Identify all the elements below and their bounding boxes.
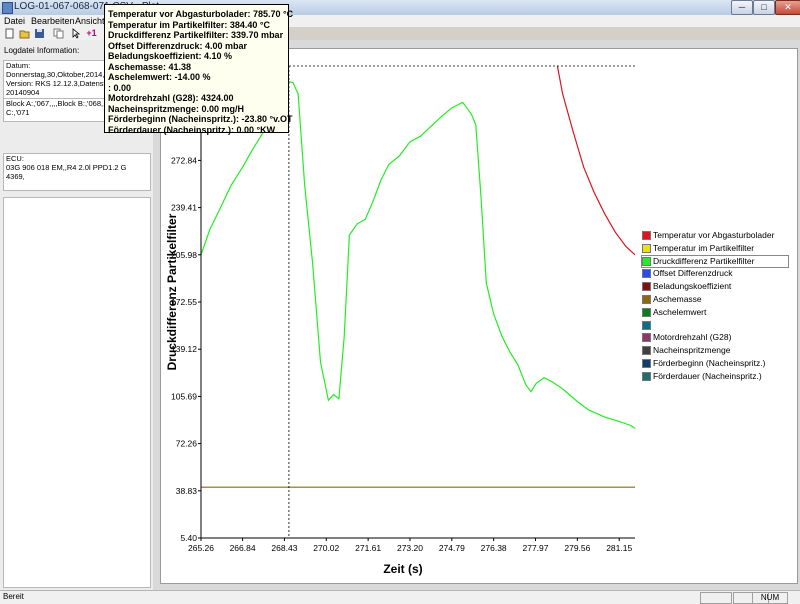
x-axis-label: Zeit (s) xyxy=(383,562,422,576)
num-lock-indicator: NUM xyxy=(752,592,788,604)
add-marker-button[interactable]: +1 xyxy=(86,28,97,39)
x-tick-label: 276.38 xyxy=(481,543,507,553)
legend-swatch xyxy=(642,359,651,368)
x-tick-label: 268.43 xyxy=(271,543,297,553)
maximize-icon: □ xyxy=(761,2,767,12)
tooltip-line: Beladungskoeffizient: 4.10 % xyxy=(108,51,233,61)
legend-label: Aschelemwert xyxy=(653,306,707,317)
legend-label: Offset Differenzdruck xyxy=(653,268,733,279)
tooltip-line: Nacheinspritzmenge: 0.00 mg/H xyxy=(108,103,245,114)
menu-ansicht[interactable]: Ansicht xyxy=(75,15,105,27)
close-button[interactable]: ✕ xyxy=(775,0,800,15)
save-icon xyxy=(35,29,44,38)
app-icon xyxy=(2,2,13,14)
new-file-icon xyxy=(5,28,14,39)
status-text: Bereit xyxy=(3,592,24,601)
tooltip-line: Motordrehzahl (G28): 4324.00 xyxy=(108,93,234,103)
legend-swatch xyxy=(642,295,651,304)
tooltip-line: Aschelemwert: -14.00 % xyxy=(108,72,211,82)
legend-swatch xyxy=(642,231,651,240)
y-tick-label: 239.41 xyxy=(171,203,197,213)
legend-swatch xyxy=(642,320,651,330)
x-tick-label: 266.84 xyxy=(230,543,256,553)
y-axis-label: Druckdifferenz Partikelfilter xyxy=(165,213,179,370)
x-tick-label: 273.20 xyxy=(397,543,423,553)
tooltip-line: Temperatur vor Abgasturbolader: 785.70 °… xyxy=(108,9,294,19)
legend-label: Aschemasse xyxy=(653,294,702,304)
legend-swatch xyxy=(642,346,651,356)
y-tick-label: 72.26 xyxy=(176,439,198,449)
y-tick-label: 38.83 xyxy=(176,486,198,496)
legend-item[interactable]: Druckdifferenz Partikelfilter xyxy=(641,254,789,268)
new-file-button[interactable] xyxy=(4,28,15,39)
x-tick-label: 265.26 xyxy=(188,543,214,553)
legend-label: Nacheinspritzmenge xyxy=(653,345,731,356)
open-folder-icon xyxy=(19,30,30,39)
x-tick-label: 274.79 xyxy=(439,543,465,553)
copy-button[interactable] xyxy=(53,28,64,39)
maximize-button[interactable]: □ xyxy=(753,0,775,15)
x-tick-label: 281.15 xyxy=(606,543,632,553)
legend-swatch xyxy=(642,371,651,381)
tooltip-line: Förderdauer (Nacheinspritz.): 0.00 °KW xyxy=(108,124,276,135)
y-tick-label: 5.40 xyxy=(180,533,197,543)
legend-label: Förderbeginn (Nacheinspritz.) xyxy=(653,358,766,368)
ecu-line: 03G 906 018 EM,,R4 2.0l PPD1.2 G xyxy=(6,163,127,172)
legend-swatch xyxy=(642,307,651,317)
legend-label: Beladungskoeffizient xyxy=(653,281,732,292)
ecu-label: ECU: xyxy=(6,154,24,163)
y-tick-label: 105.69 xyxy=(171,391,197,401)
copy-icon xyxy=(53,28,64,39)
menu-datei[interactable]: Datei xyxy=(4,15,25,27)
legend-label: Motordrehzahl (G28) xyxy=(653,332,732,343)
legend-swatch xyxy=(642,243,651,253)
tooltip-line: Förderbeginn (Nacheinspritz.): -23.80 °v… xyxy=(108,114,293,124)
legend-label: Förderdauer (Nacheinspritz.) xyxy=(653,370,762,381)
tooltip-line: Druckdifferenz Partikelfilter: 339.70 mb… xyxy=(108,30,284,40)
legend-label: Temperatur vor Abgasturbolader xyxy=(653,230,775,240)
cursor-icon xyxy=(72,28,81,39)
open-button[interactable] xyxy=(19,28,30,39)
legend-swatch xyxy=(642,282,651,292)
status-pane-empty xyxy=(700,592,732,604)
info-header: Logdatei Information: xyxy=(4,46,80,55)
ecu-info-box: ECU: 03G 906 018 EM,,R4 2.0l PPD1.2 G 43… xyxy=(3,153,151,191)
x-tick-label: 279.56 xyxy=(564,543,590,553)
minimize-button[interactable]: ─ xyxy=(731,0,753,15)
tooltip-line: : 0.00 xyxy=(108,82,132,93)
tooltip-line: Offset Differenzdruck: 4.00 mbar xyxy=(108,40,248,51)
tooltip-line: Aschemasse: 41.38 xyxy=(108,61,192,72)
y-tick-label: 272.84 xyxy=(171,155,197,165)
legend-swatch xyxy=(642,256,651,266)
status-bar: Bereit NUM xyxy=(0,590,800,604)
x-tick-label: 270.02 xyxy=(313,543,339,553)
empty-info-box xyxy=(3,197,151,588)
series-line xyxy=(556,65,636,256)
value-tooltip: Temperatur vor Abgasturbolader: 785.70 °… xyxy=(104,4,294,135)
x-tick-label: 271.61 xyxy=(355,543,381,553)
legend-swatch xyxy=(642,269,651,279)
cursor-button[interactable] xyxy=(71,28,82,39)
tooltip-line: Temperatur im Partikelfilter: 384.40 °C xyxy=(108,19,270,30)
ecu-line: 4369, xyxy=(6,172,25,181)
x-tick-label: 277.97 xyxy=(523,543,549,553)
save-button[interactable] xyxy=(34,28,45,39)
legend-swatch xyxy=(642,333,651,343)
legend-label: Druckdifferenz Partikelfilter xyxy=(653,255,755,266)
legend-label: Temperatur im Partikelfilter xyxy=(653,242,755,253)
close-icon: ✕ xyxy=(784,2,792,12)
minimize-icon: ─ xyxy=(738,2,746,12)
menu-bearbeiten[interactable]: Bearbeiten xyxy=(31,15,75,27)
